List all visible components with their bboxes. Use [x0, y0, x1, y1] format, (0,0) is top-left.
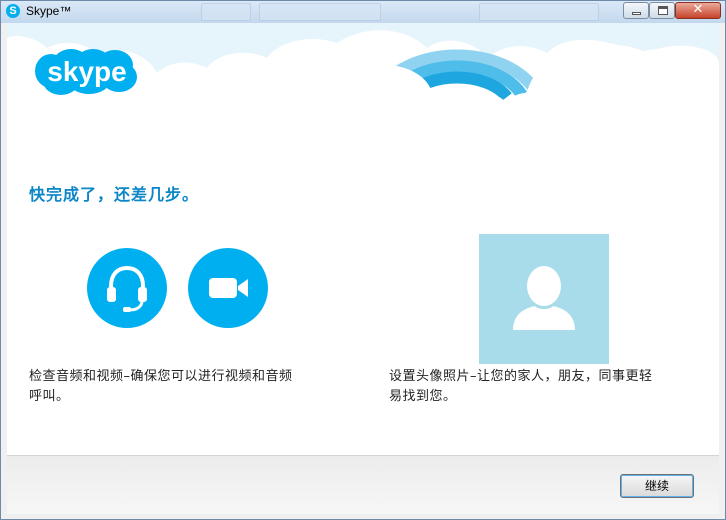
video-camera-icon [209, 278, 248, 298]
background-window-ghost [259, 3, 381, 21]
profile-photo-description-line-1: 设置头像照片–让您的家人，朋友，同事更轻 [389, 369, 653, 384]
title-bar[interactable]: S Skype™ ✕ [1, 1, 725, 23]
video-check-button[interactable] [188, 248, 268, 328]
profile-photo-button[interactable] [479, 234, 609, 364]
skype-logo: skype [35, 49, 137, 95]
profile-photo-description-line-2: 易找到您。 [389, 389, 457, 404]
minimize-icon [632, 12, 641, 15]
profile-photo-description: 设置头像照片–让您的家人，朋友，同事更轻 易找到您。 [389, 367, 653, 407]
skype-app-icon: S [6, 4, 20, 18]
background-window-ghost [201, 3, 251, 21]
close-icon: ✕ [692, 2, 704, 17]
audio-video-description-line-2: 呼叫。 [29, 389, 70, 404]
window-title: Skype™ [26, 4, 72, 18]
audio-check-button[interactable] [87, 248, 167, 328]
audio-video-description-line-1: 检查音频和视频–确保您可以进行视频和音频 [29, 369, 293, 384]
maximize-button[interactable] [649, 2, 675, 19]
minimize-button[interactable] [623, 2, 649, 19]
skype-window: S Skype™ ✕ skype 快完成了，还差几步。 检查音频和视频–确保您可… [0, 0, 726, 520]
skype-logo-text: skype [47, 56, 126, 87]
footer-bar [7, 455, 719, 514]
user-avatar-icon [513, 266, 575, 330]
audio-video-description: 检查音频和视频–确保您可以进行视频和音频 呼叫。 [29, 367, 293, 407]
continue-button[interactable]: 继续 [620, 474, 694, 498]
maximize-icon [658, 6, 668, 15]
page-heading: 快完成了，还差几步。 [29, 185, 200, 204]
headset-icon [107, 265, 147, 312]
background-window-ghost [479, 3, 599, 21]
setup-content: skype 快完成了，还差几步。 检查音频和视频–确保您可以进行视频和音频 呼叫… [7, 23, 719, 455]
close-button[interactable]: ✕ [675, 2, 721, 19]
